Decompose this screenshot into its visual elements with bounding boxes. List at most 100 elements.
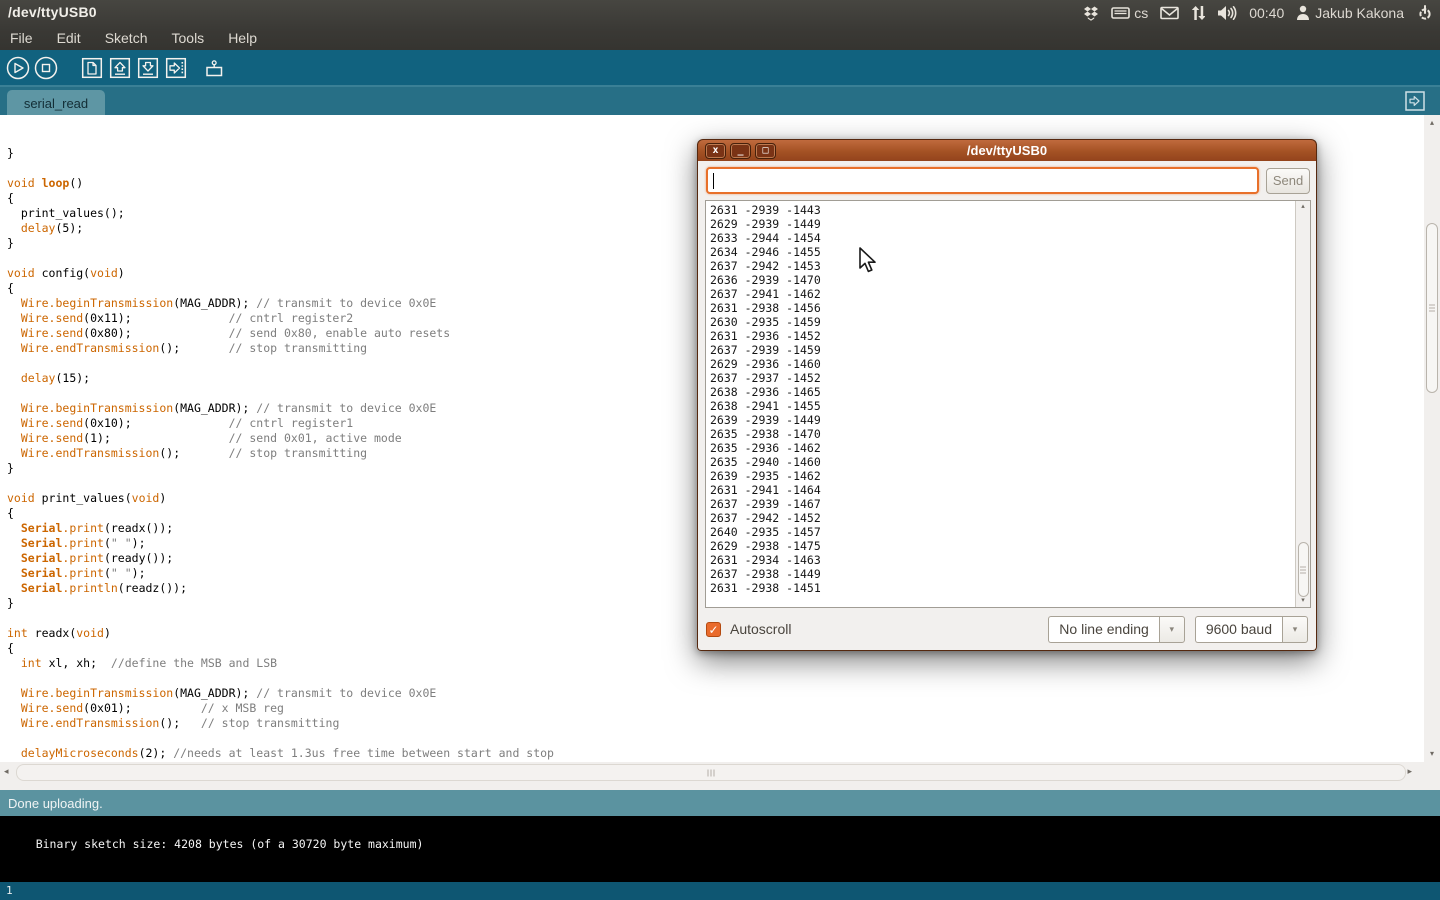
code-line: Wire.beginTransmission(MAG_ADDR); // tra… [7, 686, 1424, 701]
keyboard-layout-label: cs [1134, 5, 1148, 21]
line-number-strip: 1 [0, 882, 1440, 900]
serial-data-line: 2631 -2941 -1464 [710, 483, 1294, 497]
serial-data-line: 2631 -2939 -1443 [710, 203, 1294, 217]
menu-tools[interactable]: Tools [172, 30, 205, 46]
serial-data-line: 2638 -2941 -1455 [710, 399, 1294, 413]
serial-data-line: 2631 -2936 -1452 [710, 329, 1294, 343]
status-message: Done uploading. [8, 796, 103, 811]
serial-data-line: 2633 -2944 -1454 [710, 231, 1294, 245]
serial-data-line: 2637 -2937 -1452 [710, 371, 1294, 385]
serial-data-line: 2637 -2942 -1453 [710, 259, 1294, 273]
scroll-down-icon[interactable]: ▾ [1296, 596, 1310, 606]
line-indicator: 1 [6, 884, 13, 897]
save-button[interactable] [135, 55, 161, 81]
chevron-down-icon[interactable]: ▾ [1282, 616, 1308, 643]
serial-data-line: 2637 -2939 -1459 [710, 343, 1294, 357]
editor-hscroll-thumb[interactable] [16, 764, 1406, 781]
user-name: Jakub Kakona [1315, 5, 1404, 21]
menu-bar: File Edit Sketch Tools Help [0, 25, 257, 50]
serial-data-line: 2635 -2936 -1462 [710, 441, 1294, 455]
mail-icon[interactable] [1160, 6, 1179, 20]
console-text: Binary sketch size: 4208 bytes (of a 307… [36, 837, 424, 851]
new-button[interactable] [79, 55, 105, 81]
build-console: Binary sketch size: 4208 bytes (of a 307… [0, 816, 1440, 882]
serial-output-area[interactable]: 2631 -2939 -14432629 -2939 -14492633 -29… [705, 200, 1311, 608]
text-caret [713, 173, 714, 189]
code-line [7, 731, 1424, 746]
scroll-up-icon[interactable]: ▴ [1296, 202, 1310, 212]
serial-data-line: 2631 -2938 -1456 [710, 301, 1294, 315]
serial-monitor-body: Send 2631 -2939 -14432629 -2939 -1449263… [697, 161, 1317, 651]
stop-button[interactable] [33, 55, 59, 81]
open-button[interactable] [107, 55, 133, 81]
serial-monitor-title: /dev/ttyUSB0 [698, 143, 1316, 158]
serial-input[interactable] [706, 167, 1259, 194]
serial-data-line: 2629 -2938 -1475 [710, 539, 1294, 553]
serial-data-line: 2638 -2936 -1465 [710, 385, 1294, 399]
serial-data-line: 2639 -2939 -1449 [710, 413, 1294, 427]
scroll-right-icon[interactable]: ▸ [1407, 766, 1412, 777]
upload-button[interactable] [163, 55, 189, 81]
editor-hscrollbar[interactable]: ◂ ▸ [0, 762, 1440, 790]
serial-vscrollbar[interactable]: ▴ ▾ [1295, 201, 1310, 607]
volume-icon[interactable] [1217, 5, 1237, 21]
serial-output-lines: 2631 -2939 -14432629 -2939 -14492633 -29… [710, 203, 1294, 607]
user-menu[interactable]: Jakub Kakona [1296, 5, 1404, 21]
code-line: delayMicroseconds(2); //needs at least 1… [7, 746, 1424, 761]
serial-data-line: 2629 -2936 -1460 [710, 357, 1294, 371]
serial-monitor-controls: ✓ Autoscroll No line ending ▾ 9600 baud … [698, 608, 1316, 650]
system-tray: cs 00:40 Jakub Kakona [1083, 0, 1434, 25]
mouse-cursor [858, 247, 880, 277]
network-arrows-icon[interactable] [1191, 5, 1205, 21]
serial-data-line: 2635 -2938 -1470 [710, 427, 1294, 441]
keyboard-indicator[interactable]: cs [1111, 5, 1148, 21]
scroll-up-icon[interactable]: ▴ [1424, 117, 1440, 129]
serial-data-line: 2631 -2938 -1451 [710, 581, 1294, 595]
serial-data-line: 2630 -2935 -1459 [710, 315, 1294, 329]
serial-data-line: 2637 -2941 -1462 [710, 287, 1294, 301]
window-title: /dev/ttyUSB0 [8, 4, 97, 20]
code-line: int xl, xh; //define the MSB and LSB [7, 656, 1424, 671]
chevron-down-icon[interactable]: ▾ [1159, 616, 1185, 643]
menu-edit[interactable]: Edit [57, 30, 81, 46]
verify-button[interactable] [5, 55, 31, 81]
scroll-down-icon[interactable]: ▾ [1424, 748, 1440, 760]
status-bar: Done uploading. [0, 790, 1440, 816]
toolbar [0, 50, 1440, 85]
editor-vscrollbar[interactable]: ▴ ▾ [1424, 115, 1440, 762]
baud-rate-dropdown[interactable]: 9600 baud ▾ [1195, 616, 1308, 643]
serial-monitor-titlebar[interactable]: x _ □ /dev/ttyUSB0 [697, 139, 1317, 161]
scroll-left-icon[interactable]: ◂ [4, 766, 9, 777]
keyboard-icon [1111, 6, 1130, 20]
line-ending-value: No line ending [1048, 616, 1159, 643]
dropbox-icon[interactable] [1083, 5, 1099, 21]
serial-vscroll-thumb[interactable] [1298, 542, 1309, 597]
code-line [7, 671, 1424, 686]
tab-bar: serial_read [0, 85, 1440, 115]
serial-data-line: 2640 -2935 -1457 [710, 525, 1294, 539]
send-button[interactable]: Send [1266, 168, 1310, 194]
menu-file[interactable]: File [10, 30, 33, 46]
new-tab-button[interactable] [1405, 91, 1425, 111]
clock[interactable]: 00:40 [1249, 5, 1284, 21]
baud-rate-value: 9600 baud [1195, 616, 1282, 643]
serial-data-line: 2637 -2938 -1449 [710, 567, 1294, 581]
serial-data-line: 2634 -2946 -1455 [710, 245, 1294, 259]
serial-monitor-window: x _ □ /dev/ttyUSB0 Send 2631 -2939 -1443… [697, 139, 1317, 651]
editor-vscroll-thumb[interactable] [1426, 223, 1438, 393]
tab-serial-read[interactable]: serial_read [7, 90, 105, 117]
serial-monitor-button[interactable] [201, 55, 227, 81]
serial-data-line: 2635 -2940 -1460 [710, 455, 1294, 469]
menu-sketch[interactable]: Sketch [105, 30, 148, 46]
autoscroll-label: Autoscroll [730, 621, 791, 637]
session-gear-icon[interactable] [1416, 4, 1434, 22]
code-line: Wire.send(0x01); // x MSB reg [7, 701, 1424, 716]
serial-data-line: 2631 -2934 -1463 [710, 553, 1294, 567]
serial-data-line: 2639 -2935 -1462 [710, 469, 1294, 483]
desktop: /dev/ttyUSB0 cs 00:40 Jakub Kakona [0, 0, 1440, 900]
serial-data-line: 2636 -2939 -1470 [710, 273, 1294, 287]
line-ending-dropdown[interactable]: No line ending ▾ [1048, 616, 1185, 643]
top-panel: /dev/ttyUSB0 cs 00:40 Jakub Kakona [0, 0, 1440, 50]
menu-help[interactable]: Help [228, 30, 257, 46]
autoscroll-checkbox[interactable]: ✓ [706, 622, 721, 637]
